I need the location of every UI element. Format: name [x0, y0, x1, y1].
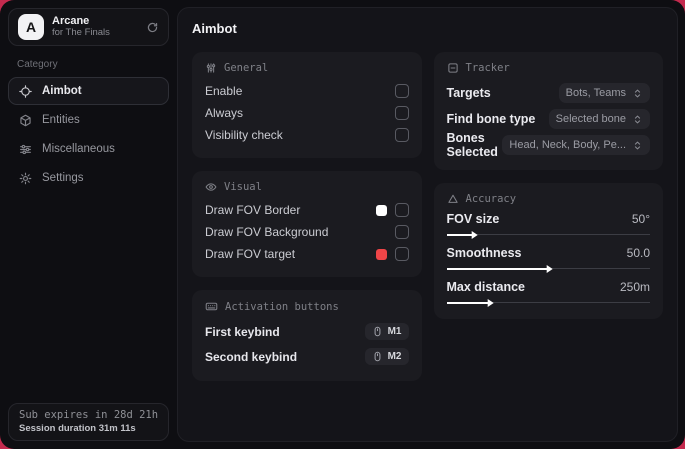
page-title: Aimbot: [192, 21, 237, 36]
bones-selected-select[interactable]: Head, Neck, Body, Pe...: [502, 135, 650, 155]
gear-icon: [19, 172, 32, 185]
setting-row-fov-border: Draw FOV Border: [205, 199, 409, 221]
tracker-card: Tracker Targets Bots, Teams Find bone ty…: [433, 52, 663, 170]
slider-fill: [446, 267, 551, 270]
refresh-icon[interactable]: [146, 21, 159, 34]
right-column: Tracker Targets Bots, Teams Find bone ty…: [433, 52, 663, 332]
sidebar-item-label: Settings: [42, 172, 84, 184]
main-panel: Aimbot General Enable Always Visibility …: [177, 7, 678, 442]
keybind-value: M1: [387, 326, 402, 337]
category-label: Category: [17, 59, 58, 70]
smoothness-slider[interactable]: [446, 264, 650, 273]
app-logo: A: [18, 14, 44, 40]
card-title: Activation buttons: [225, 300, 339, 313]
card-title: General: [224, 62, 269, 74]
sidebar-item-label: Miscellaneous: [42, 143, 115, 155]
sidebar-item-miscellaneous[interactable]: Miscellaneous: [8, 135, 169, 163]
slider-value: 50.0: [626, 246, 650, 260]
setting-row-fov-target: Draw FOV target: [205, 243, 409, 265]
slider-thumb[interactable]: [471, 230, 478, 239]
mouse-icon: [372, 351, 383, 362]
smoothness-group: Smoothness 50.0: [446, 246, 650, 273]
app-header: A Arcane for The Finals: [8, 8, 169, 46]
setting-row-fov-background: Draw FOV Background: [205, 221, 409, 243]
always-checkbox[interactable]: [394, 106, 409, 120]
general-card: General Enable Always Visibility check: [192, 52, 422, 158]
sidebar: A Arcane for The Finals Category Aimbot: [0, 0, 177, 449]
fov-border-checkbox[interactable]: [394, 203, 409, 217]
select-value: Selected bone: [555, 113, 626, 125]
card-title: Visual: [224, 181, 262, 193]
sidebar-item-aimbot[interactable]: Aimbot: [8, 77, 169, 105]
max-distance-slider[interactable]: [446, 298, 650, 307]
session-duration-text: Session duration 31m 11s: [19, 423, 136, 434]
chevrons-up-down-icon: [632, 140, 643, 151]
setting-row-enable: Enable: [205, 80, 409, 102]
card-title: Tracker: [465, 62, 510, 74]
select-value: Head, Neck, Body, Pe...: [509, 139, 626, 151]
select-value: Bots, Teams: [565, 87, 626, 99]
sub-expiry-text: Sub expires in 28d 21h: [19, 409, 159, 421]
second-keybind-button[interactable]: M2: [364, 348, 409, 365]
find-bone-type-select[interactable]: Selected bone: [548, 109, 650, 129]
app-name: Arcane: [52, 15, 90, 28]
crosshair-icon: [19, 84, 32, 98]
setting-row-first-keybind: First keybind M1: [205, 319, 409, 344]
targets-select[interactable]: Bots, Teams: [558, 83, 650, 103]
visibility-check-checkbox[interactable]: [394, 128, 409, 142]
fov-size-group: FOV size 50°: [446, 212, 650, 239]
fov-background-checkbox[interactable]: [394, 225, 409, 239]
accuracy-card: Accuracy FOV size 50° Smoothness 50.0 Ma…: [433, 183, 663, 319]
fov-size-slider[interactable]: [446, 230, 650, 239]
chevrons-up-down-icon: [632, 114, 643, 125]
general-icon: [205, 62, 217, 74]
visual-card: Visual Draw FOV Border Draw FOV Backgrou…: [192, 171, 422, 277]
fov-target-color-swatch[interactable]: [375, 248, 387, 260]
setting-row-second-keybind: Second keybind M2: [205, 344, 409, 369]
enable-checkbox[interactable]: [394, 84, 409, 98]
sidebar-nav: Aimbot Entities Miscellaneous Settings: [0, 77, 177, 192]
card-title: Accuracy: [465, 193, 517, 205]
setting-row-find-bone-type: Find bone type Selected bone: [447, 106, 650, 132]
triangle-icon: [447, 193, 459, 205]
mouse-icon: [372, 326, 383, 337]
app-subtitle: for The Finals: [52, 26, 110, 38]
slider-label: FOV size: [446, 212, 500, 226]
setting-row-bones-selected: Bones Selected Head, Neck, Body, Pe...: [447, 131, 650, 159]
slider-value: 250m: [619, 280, 650, 294]
slider-label: Max distance: [446, 280, 526, 294]
sidebar-item-label: Aimbot: [42, 85, 82, 97]
setting-row-targets: Targets Bots, Teams: [447, 80, 650, 106]
setting-row-always: Always: [205, 102, 409, 124]
eye-icon: [205, 181, 217, 193]
sidebar-item-entities[interactable]: Entities: [8, 106, 169, 134]
activation-card: Activation buttons First keybind M1 Seco…: [192, 290, 422, 381]
slider-thumb[interactable]: [487, 298, 494, 307]
fov-border-color-swatch[interactable]: [375, 204, 387, 216]
keyboard-icon: [205, 300, 218, 313]
subscription-box: Sub expires in 28d 21h Session duration …: [8, 403, 169, 441]
app-window: A Arcane for The Finals Category Aimbot: [0, 0, 685, 449]
keybind-value: M2: [387, 351, 402, 362]
slider-value: 50°: [631, 212, 650, 226]
slider-fill: [446, 301, 492, 304]
setting-row-visibility-check: Visibility check: [205, 124, 409, 146]
sidebar-item-label: Entities: [42, 114, 80, 126]
slider-thumb[interactable]: [546, 264, 553, 273]
left-column: General Enable Always Visibility check V…: [192, 52, 422, 394]
chevrons-up-down-icon: [632, 88, 643, 99]
scan-icon: [447, 62, 459, 74]
sliders-icon: [19, 143, 32, 156]
cube-icon: [19, 114, 32, 127]
fov-target-checkbox[interactable]: [394, 247, 409, 261]
max-distance-group: Max distance 250m: [446, 280, 650, 307]
sidebar-item-settings[interactable]: Settings: [8, 164, 169, 192]
slider-label: Smoothness: [446, 246, 522, 260]
first-keybind-button[interactable]: M1: [364, 323, 409, 340]
